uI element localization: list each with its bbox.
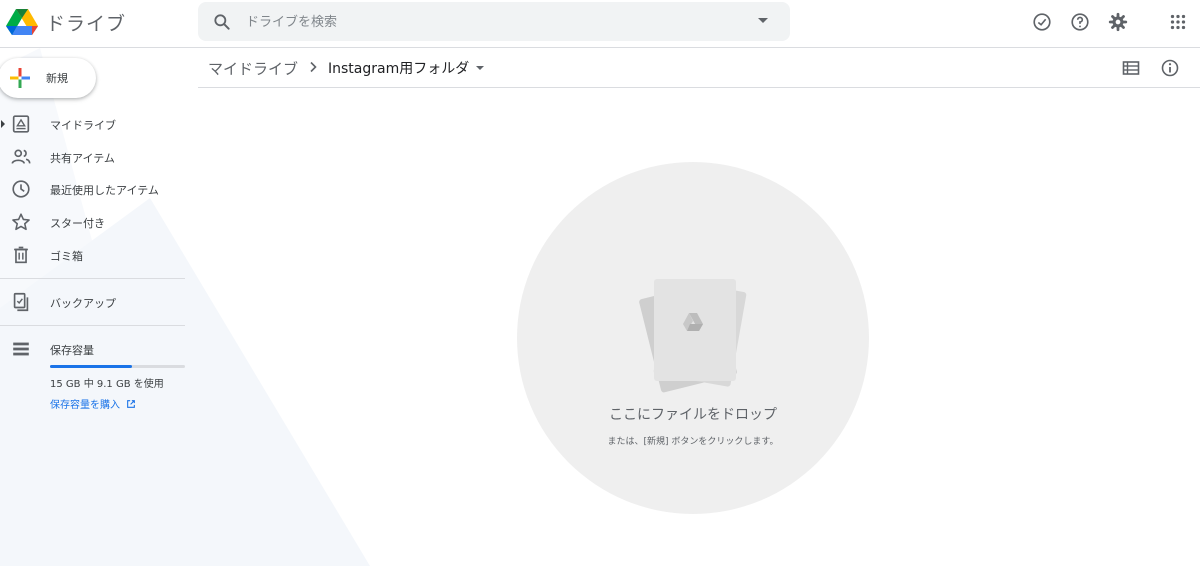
sidebar-item-label: スター付き (50, 217, 105, 230)
sidebar: 新規 マイドライブ 共有アイテム 最近使用したアイテム スター付き ゴミ箱 バッ… (0, 48, 196, 566)
settings-gear-icon[interactable] (1107, 11, 1129, 33)
sidebar-item-label: 共有アイテム (50, 152, 115, 165)
offline-ready-icon[interactable] (1031, 11, 1053, 33)
external-link-icon (127, 400, 136, 408)
search-bar[interactable] (198, 2, 790, 41)
expand-arrow-icon[interactable] (1, 120, 5, 128)
search-input[interactable] (246, 10, 726, 34)
trash-icon (14, 246, 28, 264)
chevron-right-icon (310, 61, 317, 73)
storage-icon (13, 342, 29, 356)
sidebar-item-label: バックアップ (50, 297, 116, 310)
drop-zone-hint: または、[新規] ボタンをクリックします。 (607, 437, 779, 447)
sidebar-item-backup[interactable]: バックアップ (0, 287, 186, 317)
main-content: マイドライブ Instagram用フォルダ ここにファイルをドロップ または、[… (198, 48, 1200, 566)
folder-menu-dropdown-icon[interactable] (476, 66, 484, 70)
my-drive-icon (12, 115, 30, 133)
storage-usage-fill (50, 365, 133, 368)
backup-icon (13, 292, 29, 312)
search-icon[interactable] (212, 12, 232, 32)
sidebar-item-label: マイドライブ (50, 119, 116, 132)
apps-grid-icon[interactable] (1167, 11, 1189, 33)
people-icon (11, 149, 31, 164)
search-options-dropdown-icon[interactable] (758, 18, 768, 23)
sidebar-item-my-drive[interactable]: マイドライブ (0, 109, 186, 139)
app-title[interactable]: ドライブ (46, 9, 126, 36)
breadcrumb-current-folder[interactable]: Instagram用フォルダ (328, 58, 469, 78)
new-button[interactable]: 新規 (0, 58, 96, 98)
buy-storage-label: 保存容量を購入 (50, 400, 120, 411)
sidebar-item-recent[interactable]: 最近使用したアイテム (0, 174, 186, 204)
colorful-plus-icon (10, 68, 30, 88)
empty-folder-illustration (639, 279, 747, 393)
sidebar-item-label: 最近使用したアイテム (50, 184, 159, 197)
sidebar-item-trash[interactable]: ゴミ箱 (0, 240, 186, 270)
star-icon (12, 213, 30, 231)
help-icon[interactable] (1069, 11, 1091, 33)
new-button-label: 新規 (46, 72, 68, 85)
info-icon[interactable] (1160, 58, 1180, 78)
drop-zone-title: ここにファイルをドロップ (609, 407, 777, 423)
sidebar-item-shared[interactable]: 共有アイテム (0, 142, 186, 172)
top-bar: ドライブ (0, 0, 1200, 48)
list-view-icon[interactable] (1121, 58, 1141, 78)
storage-usage-text: 15 GB 中 9.1 GB を使用 (50, 379, 164, 390)
sidebar-divider (0, 278, 185, 279)
sidebar-item-starred[interactable]: スター付き (0, 207, 186, 237)
google-drive-logo-icon[interactable] (6, 8, 38, 36)
breadcrumb-root[interactable]: マイドライブ (208, 58, 298, 79)
sidebar-divider (0, 325, 185, 326)
breadcrumb: マイドライブ Instagram用フォルダ (198, 48, 1200, 88)
storage-usage-bar (50, 365, 185, 368)
sidebar-item-storage[interactable]: 保存容量 (0, 334, 186, 364)
buy-storage-link[interactable]: 保存容量を購入 (50, 396, 136, 411)
file-drop-zone[interactable]: ここにファイルをドロップ または、[新規] ボタンをクリックします。 (517, 162, 869, 514)
clock-icon (12, 180, 30, 198)
sidebar-item-label: 保存容量 (50, 344, 94, 357)
sidebar-item-label: ゴミ箱 (50, 250, 83, 263)
